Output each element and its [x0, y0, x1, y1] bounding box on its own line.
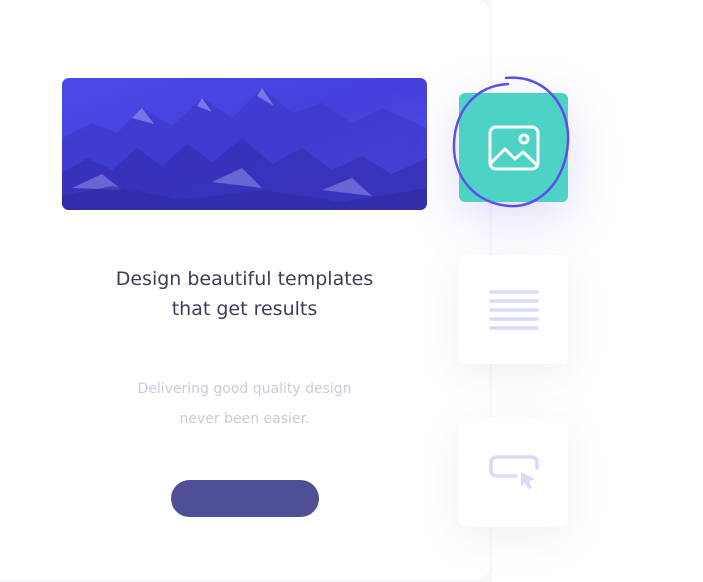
- text-tool-button[interactable]: [459, 255, 568, 364]
- hero-image: [62, 78, 427, 210]
- image-icon: [488, 125, 539, 170]
- button-tool-button[interactable]: [459, 418, 568, 527]
- text-lines-icon: [488, 289, 539, 330]
- subheadline: Delivering good quality design never bee…: [137, 381, 352, 427]
- mountain-landscape-image: [62, 78, 427, 210]
- cta-button[interactable]: [171, 480, 319, 517]
- template-card: Design beautiful templates that get resu…: [0, 0, 490, 580]
- headline: Design beautiful templates that get resu…: [115, 268, 374, 320]
- image-tool-button[interactable]: [459, 93, 568, 202]
- button-cursor-icon: [488, 454, 539, 489]
